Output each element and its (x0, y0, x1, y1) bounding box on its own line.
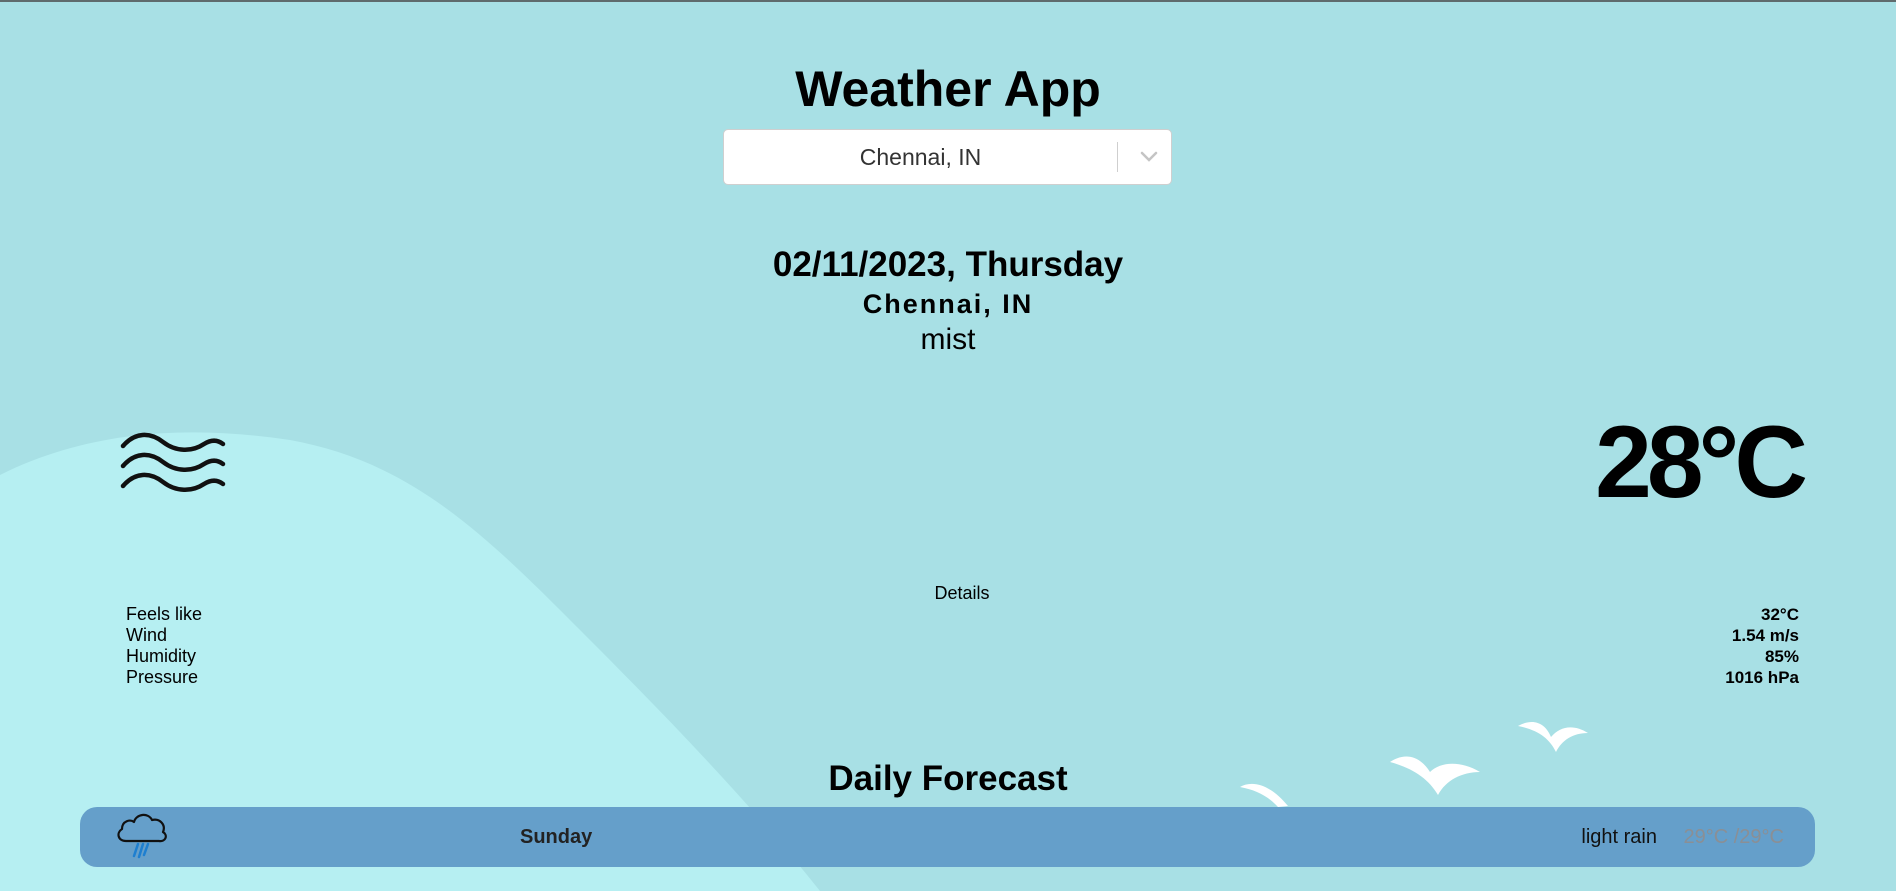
detail-value-feels-like: 32°C (1761, 605, 1799, 624)
city-select-value: Chennai, IN (859, 144, 982, 170)
detail-value-wind: 1.54 m/s (1731, 626, 1799, 645)
forecast-description: light rain (1581, 826, 1657, 848)
forecast-row[interactable]: Sunday light rain 29°C /29°C (80, 807, 1815, 867)
detail-label-wind: Wind (126, 625, 168, 645)
detail-label-humidity: Humidity (126, 646, 197, 666)
forecast-day: Sunday (520, 826, 593, 848)
rain-cloud-icon (117, 813, 167, 859)
detail-value-humidity: 85% (1764, 647, 1799, 666)
app-title: Weather App (795, 61, 1101, 117)
forecast-temp-range: 29°C /29°C (1683, 826, 1785, 848)
city-select[interactable]: Chennai, IN (723, 129, 1172, 185)
current-location: Chennai, IN (862, 289, 1034, 319)
select-separator (1117, 142, 1118, 172)
current-date: 02/11/2023, Thursday (772, 245, 1124, 284)
mist-icon (120, 432, 226, 492)
weather-description: mist (920, 323, 976, 356)
details-values: 32°C 1.54 m/s 85% 1016 hPa (1725, 604, 1799, 688)
detail-value-pressure: 1016 hPa (1725, 668, 1799, 687)
bird-icon (1518, 721, 1588, 752)
details-labels: Feels like Wind Humidity Pressure (126, 604, 202, 688)
details-title: Details (934, 583, 990, 603)
forecast-title: Daily Forecast (828, 759, 1068, 798)
detail-label-pressure: Pressure (126, 667, 199, 687)
chevron-down-icon[interactable] (1128, 130, 1170, 184)
detail-label-feels-like: Feels like (126, 604, 203, 624)
current-temperature: 28°C (1595, 405, 1808, 519)
